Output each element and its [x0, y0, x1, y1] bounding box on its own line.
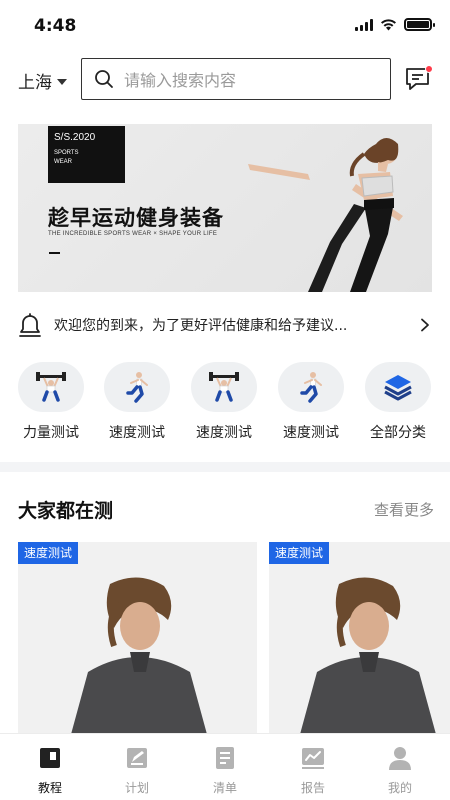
banner-tag: S/S.2020 SPORTS WEAR — [48, 126, 125, 183]
weightlifting-icon — [36, 372, 66, 402]
battery-icon — [404, 18, 435, 31]
running-icon — [300, 372, 322, 403]
athlete-illustration — [248, 138, 403, 292]
tab-label: 教程 — [37, 781, 62, 795]
wifi-icon — [381, 19, 396, 31]
category-label: 速度测试 — [109, 425, 165, 441]
banner-dash — [49, 252, 60, 254]
athlete-photo — [269, 542, 450, 738]
profile-icon — [389, 747, 411, 770]
report-icon — [302, 748, 324, 769]
category-label: 全部分类 — [370, 425, 426, 441]
bottom-tab-bar: 教程 计划 清单 报告 我的 — [0, 733, 450, 800]
section-divider — [0, 462, 450, 472]
category-item-speed[interactable]: 速度测试 — [94, 362, 180, 442]
cellular-signal-icon — [355, 18, 373, 31]
banner-tag-wear: WEAR — [54, 159, 72, 165]
category-label: 速度测试 — [283, 425, 339, 441]
category-icon-bg — [278, 362, 344, 412]
category-item-strength[interactable]: 力量测试 — [8, 362, 94, 442]
chevron-right-icon — [421, 318, 429, 332]
message-button[interactable] — [404, 65, 433, 92]
city-selector[interactable]: 上海 — [18, 68, 67, 93]
header: 上海 请输入搜索内容 — [0, 56, 450, 102]
weightlifting-icon — [209, 372, 239, 402]
category-icon-bg — [365, 362, 431, 412]
section-title: 大家都在测 — [18, 500, 114, 522]
tab-label: 报告 — [300, 781, 325, 795]
banner-tag-season: S/S.2020 — [54, 132, 96, 143]
status-time: 4:48 — [34, 16, 77, 36]
category-item-speed[interactable]: 速度测试 — [181, 362, 267, 442]
notification-dot — [425, 65, 433, 73]
tab-plan[interactable]: 计划 — [107, 746, 167, 796]
search-input[interactable]: 请输入搜索内容 — [81, 58, 391, 100]
list-icon — [216, 747, 234, 769]
athlete-photo — [18, 542, 257, 738]
test-card[interactable]: 速度测试 — [18, 542, 257, 738]
caret-down-icon — [57, 78, 67, 85]
city-label: 上海 — [18, 73, 52, 93]
search-placeholder: 请输入搜索内容 — [124, 71, 237, 90]
tab-label: 计划 — [124, 781, 149, 795]
status-bar: 4:48 — [0, 0, 450, 50]
plan-icon — [127, 748, 147, 768]
tab-profile[interactable]: 我的 — [370, 746, 430, 796]
banner-subtitle: THE INCREDIBLE SPORTS WEAR × SHAPE YOUR … — [48, 231, 218, 237]
card-badge: 速度测试 — [269, 542, 330, 564]
layers-icon — [384, 375, 412, 401]
card-badge: 速度测试 — [18, 542, 79, 564]
tab-report[interactable]: 报告 — [283, 746, 343, 796]
category-icon-bg — [104, 362, 170, 412]
status-icons — [355, 18, 435, 31]
category-label: 力量测试 — [23, 425, 79, 441]
category-icon-bg — [18, 362, 84, 412]
see-more-link[interactable]: 查看更多 — [374, 499, 434, 520]
notice-bar[interactable]: 欢迎您的到来，为了更好评估健康和给予建议... — [18, 310, 432, 340]
running-icon — [126, 372, 148, 403]
tutorial-icon — [40, 748, 60, 768]
bell-icon — [19, 313, 41, 337]
category-label: 速度测试 — [196, 425, 252, 441]
category-row: 力量测试 速度测试 速度测试 速度测试 全部分类 — [0, 362, 450, 448]
tab-tutorial[interactable]: 教程 — [20, 746, 80, 796]
tab-label: 我的 — [387, 781, 412, 795]
test-card[interactable]: 速度测试 — [269, 542, 450, 738]
category-item-all[interactable]: 全部分类 — [355, 362, 441, 442]
tab-list[interactable]: 清单 — [195, 746, 255, 796]
banner-title: 趁早运动健身装备 — [48, 206, 224, 230]
promo-banner[interactable]: S/S.2020 SPORTS WEAR 趁早运动健身装备 THE INCRED… — [18, 124, 432, 292]
category-item-speed[interactable]: 速度测试 — [268, 362, 354, 442]
search-icon — [95, 70, 113, 88]
category-icon-bg — [191, 362, 257, 412]
banner-tag-sports: SPORTS — [54, 150, 79, 156]
notice-text: 欢迎您的到来，为了更好评估健康和给予建议... — [54, 318, 348, 334]
tab-label: 清单 — [212, 781, 237, 795]
